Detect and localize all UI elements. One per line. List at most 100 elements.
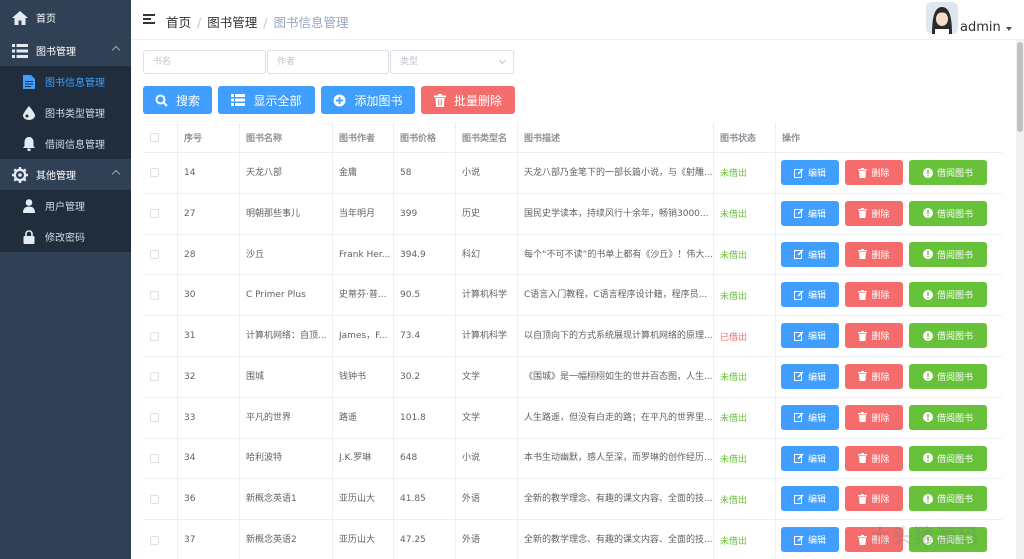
row-checkbox[interactable] [150,494,159,504]
borrow-button[interactable]: 借阅图书 [909,241,987,267]
caret-down-icon[interactable] [1006,27,1012,31]
borrow-button[interactable]: 借阅图书 [909,200,987,226]
edit-button[interactable]: 编辑 [781,404,839,430]
cell-status: 未借出 [713,275,775,316]
sidebar-item-book-info[interactable]: 图书信息管理 [0,66,131,97]
edit-button[interactable]: 编辑 [781,200,839,226]
username[interactable]: admin [960,20,1001,35]
row-checkbox[interactable] [150,453,159,463]
row-select-cell [143,398,177,438]
breadcrumb-home[interactable]: 首页 [166,15,191,30]
delete-label: 删除 [871,454,890,465]
edit-button[interactable]: 编辑 [781,445,839,471]
cell-status: 未借出 [713,520,775,559]
row-select-cell [143,479,177,519]
cell-id: 30 [177,275,239,316]
delete-button[interactable]: 删除 [845,486,903,512]
breadcrumb-book-mgmt: 图书管理 [207,15,258,30]
cell-price-text: 394.9 [400,249,426,260]
top-header: 首页 / 图书管理 / 图书信息管理 admin [131,0,1024,40]
cell-name-text: 哈利波特 [246,453,283,464]
avatar[interactable] [926,2,958,34]
row-checkbox[interactable] [150,209,159,219]
sidebar-item-change-password[interactable]: 修改密码 [0,221,131,252]
row-checkbox[interactable] [150,168,159,178]
show-all-button[interactable]: 显示全部 [218,86,315,114]
edit-button[interactable]: 编辑 [781,323,839,349]
cell-desc: 全新的教学理念、有趣的课文内容、全面的技... [517,520,713,559]
col-header-id: 序号 [177,122,239,152]
borrow-button[interactable]: 借阅图书 [909,363,987,389]
info-icon [922,371,933,382]
cell-price-text: 101.8 [400,412,426,423]
sidebar-item-user-mgmt[interactable]: 用户管理 [0,190,131,221]
menu-toggle-icon[interactable] [143,14,155,24]
sidebar-item-home[interactable]: 首页 [0,0,131,35]
select-all-checkbox[interactable] [150,132,159,142]
add-book-button[interactable]: 添加图书 [321,86,415,114]
cell-price-text: 399 [400,208,418,219]
cell-type: 文学 [455,356,517,397]
sidebar-item-borrow-info[interactable]: 借阅信息管理 [0,128,131,159]
sidebar-item-book-type[interactable]: 图书类型管理 [0,97,131,128]
edit-button[interactable]: 编辑 [781,486,839,512]
edit-button[interactable]: 编辑 [781,160,839,185]
row-checkbox[interactable] [150,331,159,341]
sidebar-group-book-mgmt[interactable]: 图书管理 [0,35,131,66]
sidebar-group-other-mgmt[interactable]: 其他管理 [0,159,131,190]
delete-label: 删除 [871,169,890,179]
batch-delete-button[interactable]: 批量删除 [421,86,515,114]
cell-desc: 人生路遥，但没有白走的路；在平凡的世界里... [517,397,713,438]
borrow-button[interactable]: 借阅图书 [909,323,987,349]
edit-button[interactable]: 编辑 [781,241,839,267]
type-select[interactable]: 类型 [390,50,514,74]
cell-type: 外语 [455,479,517,520]
cell-status: 未借出 [713,479,775,520]
borrow-button[interactable]: 借阅图书 [909,282,987,308]
delete-button[interactable]: 删除 [845,404,903,430]
row-checkbox[interactable] [150,290,159,300]
delete-button[interactable]: 删除 [845,241,903,267]
borrow-button[interactable]: 借阅图书 [909,445,987,471]
search-icon [155,94,168,107]
edit-button[interactable]: 编辑 [781,282,839,308]
book-name-input[interactable]: 书名 [143,50,266,74]
delete-button[interactable]: 删除 [845,323,903,349]
cell-id-text: 32 [184,371,196,382]
delete-button[interactable]: 删除 [845,445,903,471]
borrow-label: 借阅图书 [936,413,973,424]
cell-type-text: 小说 [462,453,481,464]
search-button[interactable]: 搜索 [143,86,212,114]
delete-button[interactable]: 删除 [845,282,903,308]
delete-label: 删除 [871,250,890,261]
borrow-button[interactable]: 借阅图书 [909,486,987,512]
row-select-cell [143,235,177,275]
author-input[interactable]: 作者 [267,50,389,74]
cell-type: 计算机科学 [455,316,517,356]
status-badge: 未借出 [720,291,748,302]
edit-button[interactable]: 编辑 [781,527,839,553]
trash-icon [858,493,868,504]
scrollbar-thumb[interactable] [1017,42,1023,132]
row-checkbox[interactable] [150,535,159,545]
borrow-button[interactable]: 借阅图书 [909,160,987,185]
delete-button[interactable]: 删除 [845,200,903,226]
borrow-button[interactable]: 借阅图书 [909,404,987,430]
row-checkbox[interactable] [150,249,159,259]
edit-button[interactable]: 编辑 [781,363,839,389]
row-checkbox[interactable] [150,372,159,382]
trash-icon [858,167,868,178]
status-badge: 未借出 [720,495,748,506]
col-header-author: 图书作者 [332,122,393,152]
delete-button[interactable]: 删除 [845,363,903,389]
row-checkbox[interactable] [150,413,159,423]
cell-id-text: 36 [184,494,196,505]
table-row: 27 明朝那些事儿 当年明月 399 历史 国民史学读本，持续风行十余年，畅销3000..… [143,193,1002,235]
delete-button[interactable]: 删除 [845,160,903,185]
cell-price: 399 [393,193,455,234]
drop-icon [22,105,36,120]
col-header-price: 图书价格 [393,122,455,152]
list-icon [12,43,28,59]
page-scrollbar[interactable] [1016,40,1024,559]
sidebar-item-label: 图书类型管理 [45,109,105,120]
